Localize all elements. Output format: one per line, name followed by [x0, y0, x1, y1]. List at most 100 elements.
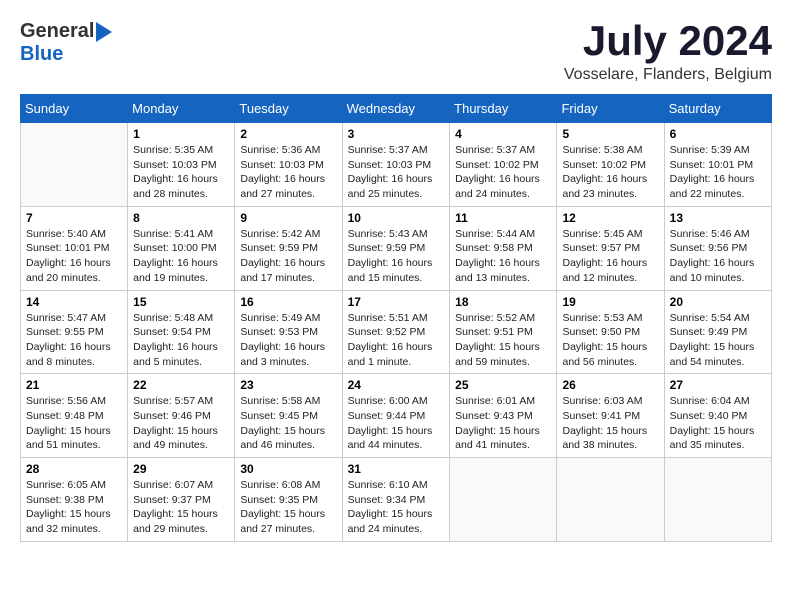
cell-info: Sunrise: 5:44 AM Sunset: 9:58 PM Dayligh… — [455, 227, 551, 286]
calendar-week-row: 28 Sunrise: 6:05 AM Sunset: 9:38 PM Dayli… — [21, 458, 772, 542]
cell-info: Sunrise: 5:37 AM Sunset: 10:02 PM Daylig… — [455, 143, 551, 202]
cell-info: Sunrise: 5:54 AM Sunset: 9:49 PM Dayligh… — [670, 311, 766, 370]
table-row: 30Sunrise: 6:08 AM Sunset: 9:35 PM Dayli… — [235, 458, 342, 542]
table-row: 22 Sunrise: 5:57 AM Sunset: 9:46 PM Dayli… — [128, 374, 235, 458]
logo-blue: Blue — [20, 43, 63, 65]
table-row: 13 Sunrise: 5:46 AM Sunset: 9:56 PM Dayli… — [664, 206, 771, 290]
day-number: 21 — [26, 378, 122, 392]
table-row: 2 Sunrise: 5:36 AM Sunset: 10:03 PM Dayli… — [235, 123, 342, 207]
day-number: 28 — [26, 462, 122, 476]
table-row: 21 Sunrise: 5:56 AM Sunset: 9:48 PM Dayli… — [21, 374, 128, 458]
table-row — [664, 458, 771, 542]
logo-icon — [96, 22, 112, 42]
day-number: 16 — [240, 295, 336, 309]
cell-info: Sunrise: 5:47 AM Sunset: 9:55 PM Dayligh… — [26, 311, 122, 370]
cell-info: Sunrise: 5:57 AM Sunset: 9:46 PM Dayligh… — [133, 394, 229, 453]
table-row: 1 Sunrise: 5:35 AM Sunset: 10:03 PM Dayli… — [128, 123, 235, 207]
cell-info: Sunrise: 5:37 AM Sunset: 10:03 PM Daylig… — [348, 143, 445, 202]
cell-info: Sunrise: 6:10 AM Sunset: 9:34 PM Dayligh… — [348, 478, 445, 537]
cell-info: Sunrise: 5:56 AM Sunset: 9:48 PM Dayligh… — [26, 394, 122, 453]
cell-info: Sunrise: 5:35 AM Sunset: 10:03 PM Daylig… — [133, 143, 229, 202]
header-monday: Monday — [128, 95, 235, 123]
day-number: 14 — [26, 295, 122, 309]
table-row: 25 Sunrise: 6:01 AM Sunset: 9:43 PM Dayli… — [450, 374, 557, 458]
day-number: 8 — [133, 211, 229, 225]
day-number: 2 — [240, 127, 336, 141]
table-row: 20 Sunrise: 5:54 AM Sunset: 9:49 PM Dayli… — [664, 290, 771, 374]
table-row: 3 Sunrise: 5:37 AM Sunset: 10:03 PM Dayli… — [342, 123, 450, 207]
header-friday: Friday — [557, 95, 664, 123]
cell-info: Sunrise: 6:04 AM Sunset: 9:40 PM Dayligh… — [670, 394, 766, 453]
cell-info: Sunrise: 5:38 AM Sunset: 10:02 PM Daylig… — [562, 143, 658, 202]
calendar-header-row: Sunday Monday Tuesday Wednesday Thursday… — [21, 95, 772, 123]
table-row: 15Sunrise: 5:48 AM Sunset: 9:54 PM Dayli… — [128, 290, 235, 374]
header-wednesday: Wednesday — [342, 95, 450, 123]
table-row — [450, 458, 557, 542]
logo: General Blue — [20, 20, 112, 66]
cell-info: Sunrise: 5:43 AM Sunset: 9:59 PM Dayligh… — [348, 227, 445, 286]
table-row: 12Sunrise: 5:45 AM Sunset: 9:57 PM Dayli… — [557, 206, 664, 290]
table-row: 14 Sunrise: 5:47 AM Sunset: 9:55 PM Dayli… — [21, 290, 128, 374]
table-row: 8 Sunrise: 5:41 AM Sunset: 10:00 PM Dayli… — [128, 206, 235, 290]
day-number: 22 — [133, 378, 229, 392]
day-number: 25 — [455, 378, 551, 392]
calendar-week-row: 21 Sunrise: 5:56 AM Sunset: 9:48 PM Dayli… — [21, 374, 772, 458]
table-row: 4 Sunrise: 5:37 AM Sunset: 10:02 PM Dayli… — [450, 123, 557, 207]
table-row: 11Sunrise: 5:44 AM Sunset: 9:58 PM Dayli… — [450, 206, 557, 290]
cell-info: Sunrise: 5:51 AM Sunset: 9:52 PM Dayligh… — [348, 311, 445, 370]
table-row — [557, 458, 664, 542]
day-number: 27 — [670, 378, 766, 392]
cell-info: Sunrise: 5:41 AM Sunset: 10:00 PM Daylig… — [133, 227, 229, 286]
table-row: 26Sunrise: 6:03 AM Sunset: 9:41 PM Dayli… — [557, 374, 664, 458]
cell-info: Sunrise: 6:07 AM Sunset: 9:37 PM Dayligh… — [133, 478, 229, 537]
table-row: 27 Sunrise: 6:04 AM Sunset: 9:40 PM Dayli… — [664, 374, 771, 458]
day-number: 20 — [670, 295, 766, 309]
day-number: 5 — [562, 127, 658, 141]
location-subtitle: Vosselare, Flanders, Belgium — [564, 66, 772, 84]
cell-info: Sunrise: 6:05 AM Sunset: 9:38 PM Dayligh… — [26, 478, 122, 537]
month-year-title: July 2024 — [564, 20, 772, 62]
day-number: 9 — [240, 211, 336, 225]
header-tuesday: Tuesday — [235, 95, 342, 123]
cell-info: Sunrise: 5:36 AM Sunset: 10:03 PM Daylig… — [240, 143, 336, 202]
cell-info: Sunrise: 5:53 AM Sunset: 9:50 PM Dayligh… — [562, 311, 658, 370]
day-number: 19 — [562, 295, 658, 309]
cell-info: Sunrise: 6:00 AM Sunset: 9:44 PM Dayligh… — [348, 394, 445, 453]
table-row: 17Sunrise: 5:51 AM Sunset: 9:52 PM Dayli… — [342, 290, 450, 374]
table-row: 9Sunrise: 5:42 AM Sunset: 9:59 PM Daylig… — [235, 206, 342, 290]
table-row: 16 Sunrise: 5:49 AM Sunset: 9:53 PM Dayli… — [235, 290, 342, 374]
day-number: 18 — [455, 295, 551, 309]
cell-info: Sunrise: 6:01 AM Sunset: 9:43 PM Dayligh… — [455, 394, 551, 453]
cell-info: Sunrise: 5:46 AM Sunset: 9:56 PM Dayligh… — [670, 227, 766, 286]
table-row: 31 Sunrise: 6:10 AM Sunset: 9:34 PM Dayli… — [342, 458, 450, 542]
table-row: 29 Sunrise: 6:07 AM Sunset: 9:37 PM Dayli… — [128, 458, 235, 542]
cell-info: Sunrise: 5:58 AM Sunset: 9:45 PM Dayligh… — [240, 394, 336, 453]
cell-info: Sunrise: 6:03 AM Sunset: 9:41 PM Dayligh… — [562, 394, 658, 453]
table-row — [21, 123, 128, 207]
table-row: 7 Sunrise: 5:40 AM Sunset: 10:01 PM Dayli… — [21, 206, 128, 290]
cell-info: Sunrise: 5:49 AM Sunset: 9:53 PM Dayligh… — [240, 311, 336, 370]
day-number: 1 — [133, 127, 229, 141]
day-number: 4 — [455, 127, 551, 141]
calendar-table: Sunday Monday Tuesday Wednesday Thursday… — [20, 94, 772, 542]
cell-info: Sunrise: 5:39 AM Sunset: 10:01 PM Daylig… — [670, 143, 766, 202]
day-number: 6 — [670, 127, 766, 141]
title-section: July 2024 Vosselare, Flanders, Belgium — [564, 20, 772, 84]
header-saturday: Saturday — [664, 95, 771, 123]
page-header: General Blue July 2024 Vosselare, Flande… — [20, 20, 772, 84]
table-row: 5 Sunrise: 5:38 AM Sunset: 10:02 PM Dayli… — [557, 123, 664, 207]
table-row: 6 Sunrise: 5:39 AM Sunset: 10:01 PM Dayli… — [664, 123, 771, 207]
cell-info: Sunrise: 5:52 AM Sunset: 9:51 PM Dayligh… — [455, 311, 551, 370]
calendar-week-row: 1 Sunrise: 5:35 AM Sunset: 10:03 PM Dayli… — [21, 123, 772, 207]
day-number: 30 — [240, 462, 336, 476]
calendar-week-row: 7 Sunrise: 5:40 AM Sunset: 10:01 PM Dayli… — [21, 206, 772, 290]
day-number: 3 — [348, 127, 445, 141]
header-thursday: Thursday — [450, 95, 557, 123]
day-number: 10 — [348, 211, 445, 225]
day-number: 7 — [26, 211, 122, 225]
cell-info: Sunrise: 5:48 AM Sunset: 9:54 PM Dayligh… — [133, 311, 229, 370]
day-number: 31 — [348, 462, 445, 476]
cell-info: Sunrise: 5:40 AM Sunset: 10:01 PM Daylig… — [26, 227, 122, 286]
day-number: 29 — [133, 462, 229, 476]
day-number: 13 — [670, 211, 766, 225]
